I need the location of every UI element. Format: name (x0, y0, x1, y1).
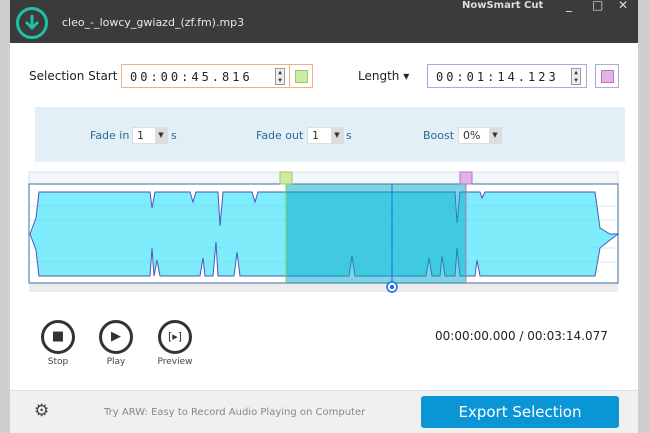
download-logo-icon (16, 7, 48, 39)
length-input[interactable]: 00:01:14.123 ▲ ▼ (427, 64, 587, 88)
stop-icon: ■ (51, 329, 65, 344)
playhead-dot (389, 284, 395, 290)
selection-start-label: Selection Start (29, 69, 118, 83)
chevron-down-icon: ▼ (489, 128, 501, 143)
fade-out-select[interactable]: 1 ▼ (307, 127, 344, 144)
fade-out-label: Fade out (256, 129, 304, 142)
chevron-down-icon: ▼ (155, 128, 167, 143)
preview-label: Preview (157, 357, 193, 367)
fade-in-value: 1 (137, 129, 144, 142)
waveform-editor[interactable] (10, 168, 638, 298)
file-name: cleo_-_lowcy_gwiazd_(zf.fm).mp3 (62, 16, 245, 29)
title-bar: cleo_-_lowcy_gwiazd_(zf.fm).mp3 NowSmart… (10, 0, 638, 43)
stop-button[interactable]: ■ (41, 320, 75, 354)
export-selection-button[interactable]: Export Selection (421, 396, 619, 428)
maximize-button[interactable]: □ (592, 0, 603, 12)
footer: ⚙ Try ARW: Easy to Record Audio Playing … (10, 390, 638, 433)
selection-start-input[interactable]: 00:00:45.816 ▲ ▼ (121, 64, 291, 88)
fade-out-unit: s (346, 129, 352, 142)
length-value: 00:01:14.123 (436, 70, 559, 84)
play-icon: ▶ (111, 329, 121, 344)
preview-button[interactable]: [▸] (158, 320, 192, 354)
play-label: Play (106, 357, 126, 367)
gear-icon[interactable]: ⚙ (34, 401, 49, 421)
length-dropdown[interactable]: Length ▾ (358, 69, 409, 83)
preview-icon: [▸] (167, 330, 183, 343)
play-button[interactable]: ▶ (99, 320, 133, 354)
scroll-strip[interactable] (29, 283, 618, 292)
selection-region[interactable] (286, 184, 466, 283)
fade-in-label: Fade in (90, 129, 130, 142)
start-color-swatch[interactable] (289, 64, 313, 88)
boost-label: Boost (423, 129, 455, 142)
stop-label: Stop (47, 357, 69, 367)
end-marker-handle[interactable] (459, 171, 473, 185)
length-spinner[interactable]: ▲ ▼ (571, 68, 581, 85)
timeline-ruler (28, 171, 619, 185)
selection-start-value: 00:00:45.816 (130, 70, 253, 84)
fade-in-unit: s (171, 129, 177, 142)
app-window: cleo_-_lowcy_gwiazd_(zf.fm).mp3 NowSmart… (10, 0, 638, 433)
app-name: NowSmart Cut (462, 0, 544, 11)
minimize-button[interactable]: _ (566, 0, 572, 12)
boost-value: 0% (463, 129, 481, 142)
end-color-swatch[interactable] (595, 64, 619, 88)
boost-select[interactable]: 0% ▼ (458, 127, 502, 144)
close-button[interactable]: ✕ (618, 0, 628, 12)
promo-link[interactable]: Try ARW: Easy to Record Audio Playing on… (104, 407, 365, 418)
fade-in-select[interactable]: 1 ▼ (132, 127, 168, 144)
fade-out-value: 1 (312, 129, 319, 142)
effects-panel: Fade in 1 ▼ s Fade out 1 ▼ s Boost 0% ▼ (35, 107, 625, 162)
chevron-down-icon: ▼ (331, 128, 343, 143)
start-marker-handle[interactable] (279, 171, 293, 185)
playback-position: 00:00:00.000 / 00:03:14.077 (435, 329, 608, 343)
start-spinner[interactable]: ▲ ▼ (275, 68, 285, 85)
